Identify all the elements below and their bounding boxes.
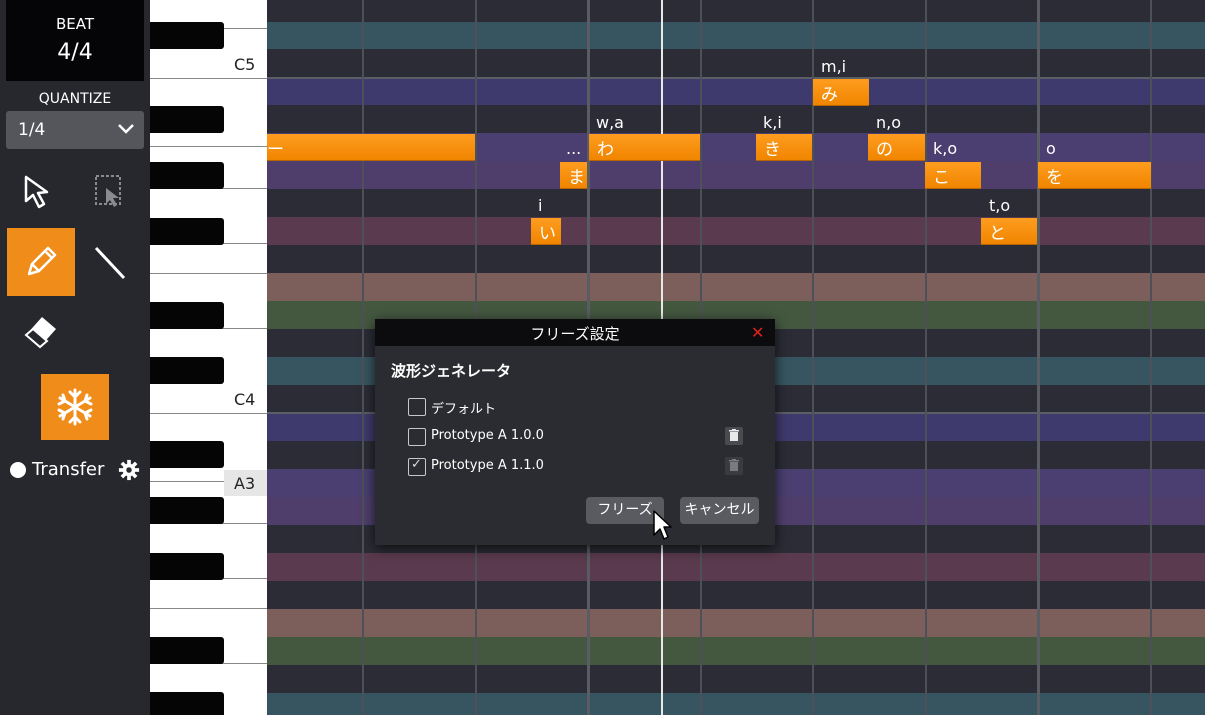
note[interactable]: い xyxy=(531,218,561,245)
dialog-heading: 波形ジェネレータ xyxy=(391,362,512,380)
black-key[interactable] xyxy=(150,441,224,468)
quantize-value: 1/4 xyxy=(18,120,46,140)
checkbox[interactable]: ✓ xyxy=(408,457,426,476)
quantize-select[interactable]: 1/4 xyxy=(6,111,144,149)
close-icon[interactable]: ✕ xyxy=(751,323,764,342)
note[interactable]: わ xyxy=(589,134,700,161)
cancel-button[interactable]: キャンセル xyxy=(680,497,759,524)
piano-keyboard[interactable]: C5 C4 A3 xyxy=(150,0,267,715)
gear-icon[interactable] xyxy=(118,459,140,481)
option-label: Prototype A 1.1.0 xyxy=(431,458,544,473)
key-label-a3: A3 xyxy=(234,474,256,493)
key-label-c5: C5 xyxy=(234,55,256,74)
black-key[interactable] xyxy=(150,637,224,664)
black-key[interactable] xyxy=(150,162,224,189)
checkbox[interactable] xyxy=(408,398,426,416)
phoneme-label: ... xyxy=(566,139,582,158)
eraser-tool-button[interactable] xyxy=(6,297,74,365)
phoneme-label: m,i xyxy=(821,57,847,76)
beat-value: 4/4 xyxy=(57,40,93,65)
phoneme-label: o xyxy=(1046,139,1056,158)
trash-icon[interactable] xyxy=(725,427,743,445)
checkbox[interactable] xyxy=(408,428,426,446)
rect-select-icon xyxy=(95,175,121,207)
black-key[interactable] xyxy=(150,218,224,245)
note[interactable]: ま xyxy=(560,162,587,189)
phoneme-label: n,o xyxy=(876,113,902,132)
beat-label: BEAT xyxy=(55,15,95,33)
note[interactable]: を xyxy=(1038,162,1151,189)
trash-icon xyxy=(725,457,743,475)
black-key[interactable] xyxy=(150,302,224,329)
eraser-icon xyxy=(24,317,56,349)
select-tool-button[interactable] xyxy=(6,158,74,226)
line-tool-button[interactable] xyxy=(76,228,144,296)
pencil-tool-button[interactable] xyxy=(7,228,75,296)
note[interactable]: こ xyxy=(925,162,981,189)
pencil-icon xyxy=(27,246,57,276)
rect-select-tool-button[interactable] xyxy=(76,158,144,226)
dialog-titlebar[interactable]: フリーズ設定 ✕ xyxy=(375,319,775,346)
black-key[interactable] xyxy=(150,106,224,133)
black-key[interactable] xyxy=(150,553,224,580)
note[interactable]: き xyxy=(756,134,812,161)
freeze-tool-button[interactable] xyxy=(41,374,109,440)
freeze-settings-dialog: フリーズ設定 ✕ 波形ジェネレータ デフォルト Prototype A 1.0.… xyxy=(375,319,775,545)
select-arrow-icon xyxy=(24,175,49,209)
line-icon xyxy=(94,246,126,280)
quantize-label: QUANTIZE xyxy=(38,91,112,107)
note[interactable]: ー xyxy=(267,134,475,161)
black-key[interactable] xyxy=(150,22,224,49)
option-label: デフォルト xyxy=(431,402,497,417)
check-icon: ✓ xyxy=(411,457,422,472)
phoneme-label: w,a xyxy=(596,113,624,132)
chevron-down-icon xyxy=(118,124,134,134)
phoneme-label: k,o xyxy=(933,139,958,158)
phoneme-label: k,i xyxy=(763,113,782,132)
key-label-c4: C4 xyxy=(234,390,256,409)
snowflake-icon xyxy=(57,388,93,426)
dialog-title: フリーズ設定 xyxy=(530,325,620,343)
sidebar: BEAT 4/4 QUANTIZE 1/4 Transfer xyxy=(0,0,150,715)
option-label: Prototype A 1.0.0 xyxy=(431,428,544,443)
note[interactable]: の xyxy=(868,134,925,161)
note[interactable]: み xyxy=(813,79,869,106)
beat-display[interactable]: BEAT 4/4 xyxy=(6,0,144,81)
black-key[interactable] xyxy=(150,357,224,384)
transfer-label: Transfer xyxy=(32,459,105,480)
black-key[interactable] xyxy=(150,692,224,715)
note[interactable]: と xyxy=(981,218,1037,245)
mouse-cursor-icon xyxy=(653,510,672,540)
phoneme-label: i xyxy=(538,196,543,215)
phoneme-label: t,o xyxy=(989,196,1011,215)
black-key[interactable] xyxy=(150,497,224,524)
transfer-indicator xyxy=(10,462,26,478)
